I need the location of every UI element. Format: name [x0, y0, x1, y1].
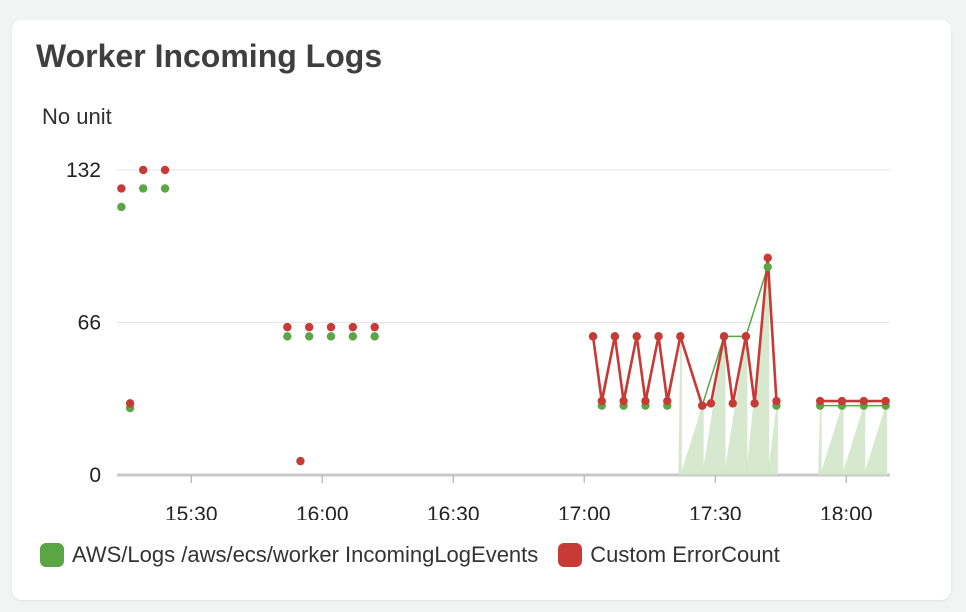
y-tick-label: 0: [89, 464, 101, 487]
data-point-error-count: [304, 322, 314, 332]
y-tick-label: 66: [78, 312, 101, 335]
y-tick-label: 132: [66, 159, 101, 182]
line-chart[interactable]: 0 66 132 15:30 16:00 16:30 17:00 17:30 18:00: [12, 20, 951, 520]
data-point-error-count: [125, 399, 135, 408]
data-point-error-count: [326, 322, 336, 332]
area-segment: [841, 405, 866, 475]
legend-swatch-red: [558, 543, 583, 567]
x-tick-label: 15:30: [165, 503, 218, 520]
data-point-error-count: [283, 322, 292, 332]
metric-widget: Worker Incoming Logs No unit 0 66 132 15:3…: [12, 20, 951, 600]
legend-item-error-count[interactable]: Custom ErrorCount: [558, 542, 780, 568]
data-point-error-count: [728, 399, 737, 408]
x-tick-label: 16:00: [296, 503, 349, 520]
data-point-error-count: [632, 332, 641, 341]
data-point-error-count: [772, 396, 781, 406]
series-line-segment: [635, 335, 647, 403]
data-point-error-count: [348, 322, 358, 332]
area-segment: [678, 336, 682, 475]
series-line-segment: [622, 335, 639, 403]
series-line-segment: [665, 335, 682, 403]
data-point-error-count: [610, 332, 620, 341]
legend-swatch-green: [40, 543, 64, 567]
area-segment: [680, 405, 704, 475]
series-line-segment: [600, 335, 617, 403]
data-point-incoming-log-events: [370, 332, 379, 341]
area-segment: [820, 405, 844, 475]
area-segment: [863, 405, 888, 475]
data-points: [117, 165, 890, 466]
series-line-segment: [657, 335, 669, 403]
data-point-error-count: [597, 396, 606, 406]
data-point-error-count: [619, 396, 628, 406]
x-tick-label: 17:00: [558, 503, 611, 520]
data-point-error-count: [139, 165, 148, 175]
x-axis-ticks: 15:30 16:00 16:30 17:00 17:30 18:00: [165, 475, 873, 520]
series-line-segment: [644, 335, 660, 403]
legend-label: Custom ErrorCount: [590, 542, 780, 567]
data-point-incoming-log-events: [139, 184, 148, 193]
series-line-segment: [591, 335, 604, 403]
data-point-error-count: [706, 399, 716, 408]
data-point-error-count: [160, 165, 170, 175]
data-point-error-count: [698, 401, 707, 410]
data-point-error-count: [815, 396, 825, 406]
data-point-error-count: [837, 396, 847, 406]
data-point-error-count: [117, 184, 126, 193]
data-point-error-count: [663, 396, 672, 406]
data-point-error-count: [654, 332, 663, 341]
x-tick-label: 17:30: [689, 503, 742, 520]
series-line-segment: [679, 335, 704, 407]
data-point-error-count: [881, 396, 890, 406]
x-tick-label: 16:30: [427, 503, 480, 520]
legend-item-incoming-log-events[interactable]: AWS/Logs /aws/ecs/worker IncomingLogEven…: [40, 542, 538, 568]
data-point-error-count: [641, 396, 650, 406]
chart-legend: AWS/Logs /aws/ecs/worker IncomingLogEven…: [40, 542, 780, 568]
data-point-error-count: [296, 456, 305, 466]
area-segment: [818, 405, 822, 475]
legend-label: AWS/Logs /aws/ecs/worker IncomingLogEven…: [72, 542, 539, 567]
area-segment: [767, 405, 778, 475]
data-point-error-count: [763, 253, 772, 263]
data-point-incoming-log-events: [348, 332, 358, 341]
data-point-error-count: [676, 332, 685, 341]
data-point-incoming-log-events: [326, 332, 336, 341]
x-tick-label: 18:00: [820, 503, 873, 520]
data-point-incoming-log-events: [283, 332, 292, 341]
data-point-incoming-log-events: [304, 332, 314, 341]
area-fill: [678, 267, 888, 475]
data-point-incoming-log-events: [160, 184, 170, 193]
data-point-error-count: [859, 396, 868, 406]
data-point-error-count: [370, 322, 379, 332]
data-point-incoming-log-events: [117, 202, 126, 212]
series-line-segment: [613, 335, 625, 403]
y-axis-ticks: 0 66 132: [66, 159, 101, 487]
data-point-error-count: [741, 332, 751, 341]
data-point-error-count: [588, 332, 598, 341]
data-point-incoming-log-events: [763, 262, 772, 272]
data-point-error-count: [750, 399, 759, 408]
data-point-error-count: [719, 332, 729, 341]
